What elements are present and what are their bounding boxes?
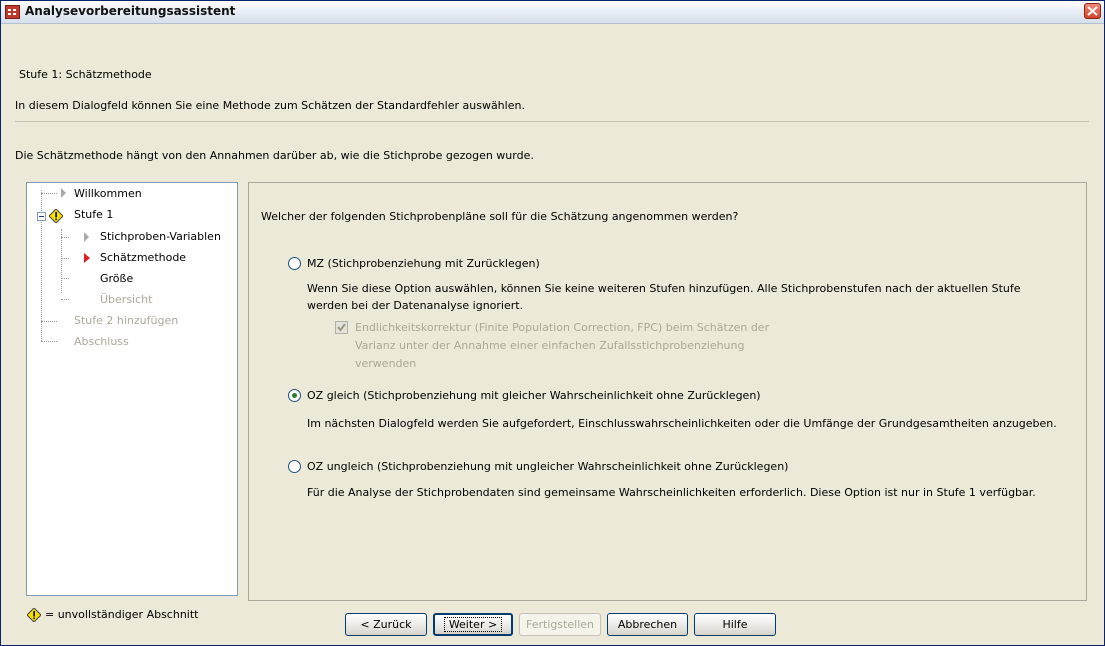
title-bar[interactable]: Analysevorbereitungsassistent <box>1 1 1104 24</box>
option-oz-gleich-label[interactable]: OZ gleich (Stichprobenziehung mit gleich… <box>307 389 761 402</box>
checkmark-icon <box>337 323 346 332</box>
options-panel: Welcher der folgenden Stichprobenpläne s… <box>248 182 1087 601</box>
fpc-label-3: verwenden <box>355 357 417 370</box>
divider <box>15 121 1089 122</box>
current-step-arrow-icon <box>84 253 90 263</box>
collapse-icon[interactable] <box>37 212 46 221</box>
description-line-2: Die Schätzmethode hängt von den Annahmen… <box>15 149 534 162</box>
tree-item-uebersicht: Übersicht <box>100 293 153 306</box>
next-button[interactable]: Weiter > <box>433 613 513 636</box>
fpc-label-1: Endlichkeitskorrektur (Finite Population… <box>355 321 770 334</box>
description-line-1: In diesem Dialogfeld können Sie eine Met… <box>15 99 525 112</box>
finish-button: Fertigstellen <box>519 613 601 636</box>
question-text: Welcher der folgenden Stichprobenpläne s… <box>261 210 739 223</box>
help-button[interactable]: Hilfe <box>694 613 776 636</box>
option-oz-ungleich-label[interactable]: OZ ungleich (Stichprobenziehung mit ungl… <box>307 460 788 473</box>
close-icon <box>1087 6 1098 16</box>
warning-icon <box>27 608 41 622</box>
step-title: Stufe 1: Schätzmethode <box>19 68 152 81</box>
tree-arrow-icon <box>61 188 66 198</box>
tree-item-stufe-2-hinzufuegen: Stufe 2 hinzufügen <box>74 314 179 327</box>
radio-oz-ungleich[interactable] <box>288 460 301 473</box>
tree-item-willkommen[interactable]: Willkommen <box>74 187 142 200</box>
legend-text: = unvollständiger Abschnitt <box>45 608 199 621</box>
fpc-label-2: Varianz unter der Annahme einer einfache… <box>355 339 745 352</box>
option-oz-gleich-description: Im nächsten Dialogfeld werden Sie aufgef… <box>307 417 1057 430</box>
window-title: Analysevorbereitungsassistent <box>25 4 236 18</box>
back-button[interactable]: < Zurück <box>345 613 427 636</box>
wizard-content: Stufe 1: Schätzmethode In diesem Dialogf… <box>1 24 1104 645</box>
tree-item-stufe-1[interactable]: Stufe 1 <box>74 208 113 221</box>
tree-arrow-icon <box>84 232 89 242</box>
cancel-button[interactable]: Abbrechen <box>607 613 688 636</box>
radio-mz[interactable] <box>288 257 301 270</box>
data-table-icon <box>5 5 20 19</box>
option-mz-description-2: werden bei der Datenanalyse ignoriert. <box>307 299 524 312</box>
tree-item-stichproben-variablen[interactable]: Stichproben-Variablen <box>100 230 221 243</box>
tree-item-groesse[interactable]: Größe <box>100 272 133 285</box>
wizard-window: Analysevorbereitungsassistent Stufe 1: S… <box>0 0 1105 646</box>
fpc-checkbox <box>335 321 348 334</box>
tree-item-schaetzmethode[interactable]: Schätzmethode <box>100 251 186 264</box>
next-button-label: Weiter > <box>443 616 503 632</box>
option-oz-ungleich-description: Für die Analyse der Stichprobendaten sin… <box>307 486 1036 499</box>
radio-oz-gleich[interactable] <box>288 389 301 402</box>
warning-icon <box>49 209 63 223</box>
close-button[interactable] <box>1084 3 1101 19</box>
option-mz-label[interactable]: MZ (Stichprobenziehung mit Zurücklegen) <box>307 257 540 270</box>
tree-item-abschluss: Abschluss <box>74 335 129 348</box>
step-tree: Willkommen Stufe 1 Stichproben-Variablen… <box>26 182 238 596</box>
option-mz-description-1: Wenn Sie diese Option auswählen, können … <box>307 282 1021 295</box>
